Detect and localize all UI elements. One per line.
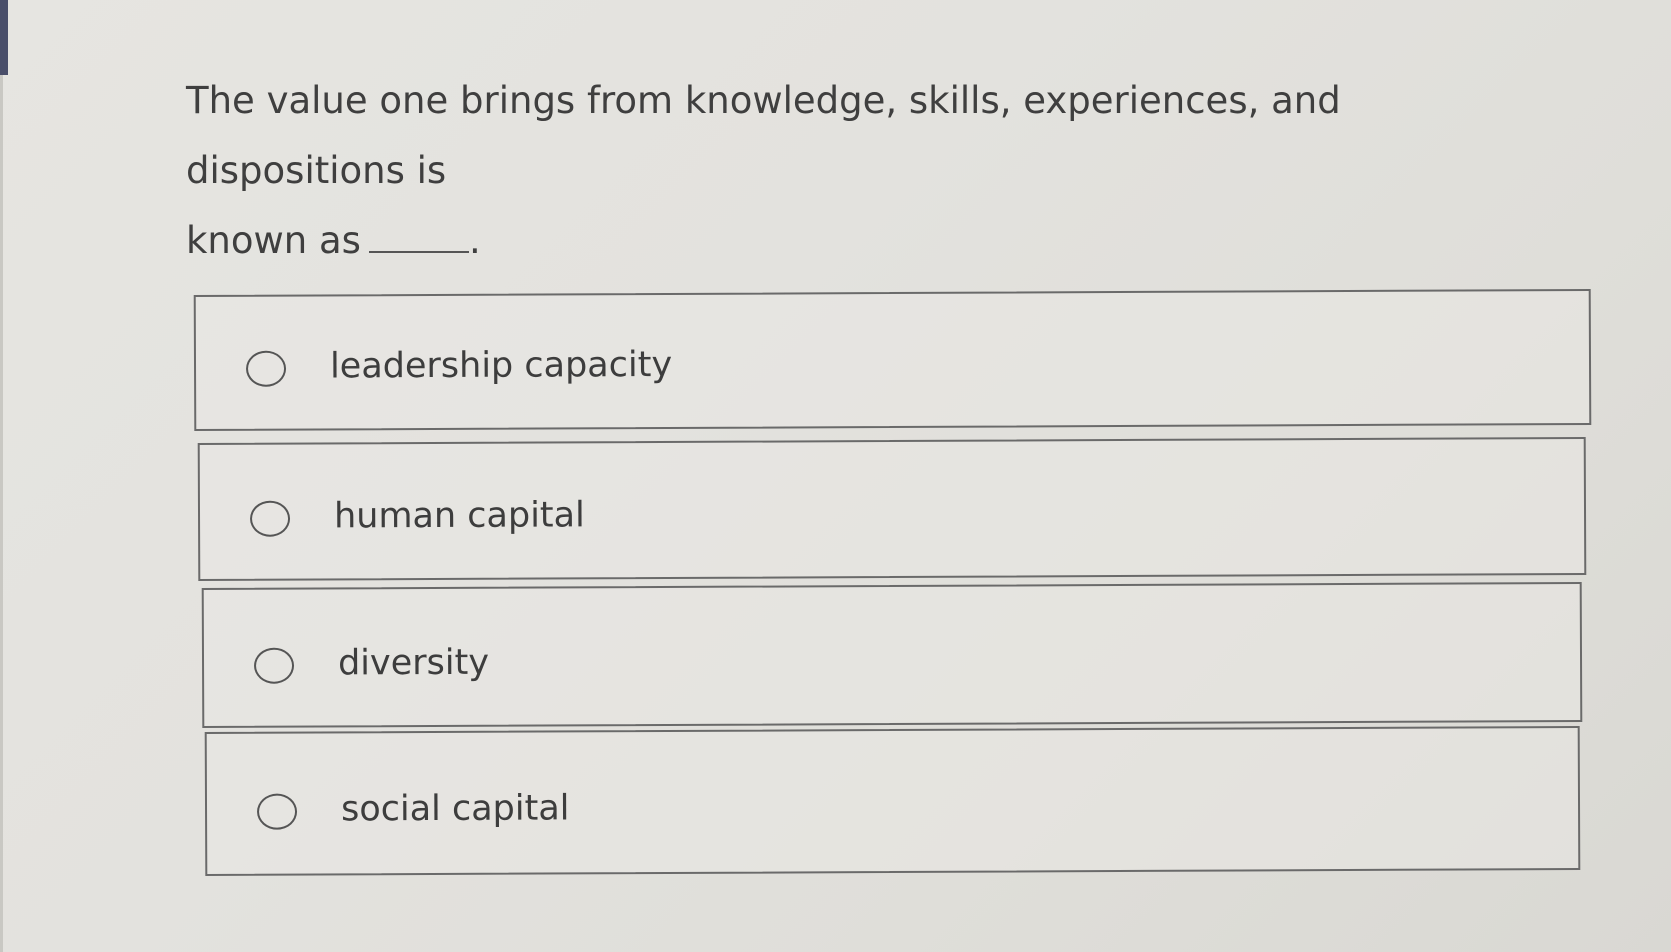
option-label: leadership capacity	[329, 344, 673, 387]
question-period: .	[468, 219, 481, 262]
option-human-capital[interactable]: human capital	[197, 436, 1587, 582]
radio-button-icon[interactable]	[253, 647, 295, 684]
question-line-1: The value one brings from knowledge, ski…	[186, 79, 1341, 192]
question-text: The value one brings from knowledge, ski…	[186, 66, 1566, 276]
option-diversity[interactable]: diversity	[201, 581, 1583, 729]
screen: The value one brings from knowledge, ski…	[0, 0, 1671, 952]
option-label: diversity	[337, 642, 490, 684]
option-leadership-capacity[interactable]: leadership capacity	[193, 288, 1592, 432]
option-label: human capital	[333, 495, 585, 537]
window-edge	[0, 0, 8, 75]
option-label: social capital	[340, 788, 570, 830]
radio-button-icon[interactable]	[256, 793, 298, 830]
radio-button-icon[interactable]	[249, 500, 291, 537]
radio-button-icon[interactable]	[245, 350, 287, 387]
window-edge-lower	[0, 75, 3, 952]
option-social-capital[interactable]: social capital	[204, 726, 1581, 876]
answer-blank	[368, 225, 469, 253]
question-line-2: known as	[186, 219, 361, 262]
